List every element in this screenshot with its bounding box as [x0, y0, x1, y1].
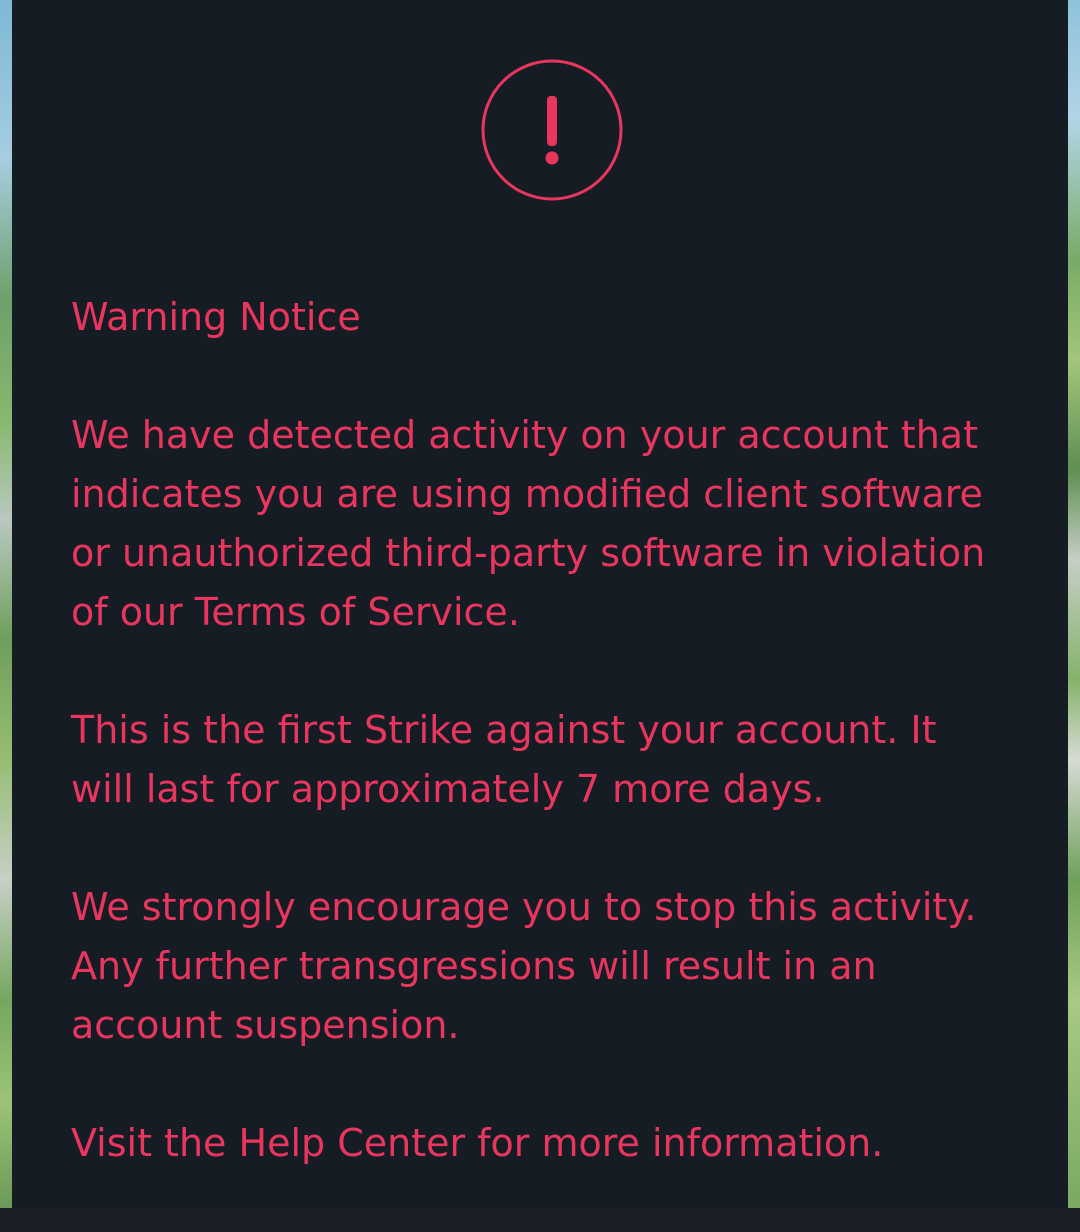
encourage-paragraph: We strongly encourage you to stop this a… [71, 885, 977, 1047]
map-edge-left [0, 0, 12, 1208]
strike-paragraph: This is the first Strike against your ac… [71, 708, 937, 811]
violation-text-end: . [507, 590, 520, 634]
dialog-title: Warning Notice [71, 295, 361, 339]
help-text: for more information. [477, 1121, 884, 1165]
help-paragraph: Visit the Help Center for more informatio… [71, 1114, 1001, 1173]
help-center-link[interactable]: Visit the Help Center [71, 1121, 465, 1165]
terms-of-service-link[interactable]: Terms of Service [195, 590, 508, 634]
map-edge-right [1068, 0, 1080, 1208]
violation-paragraph: We have detected activity on your accoun… [71, 406, 1001, 642]
warning-dialog: Warning Notice We have detected activity… [12, 0, 1068, 1208]
exclamation-circle-icon [481, 59, 623, 201]
warning-content: Warning Notice We have detected activity… [71, 288, 1001, 1232]
